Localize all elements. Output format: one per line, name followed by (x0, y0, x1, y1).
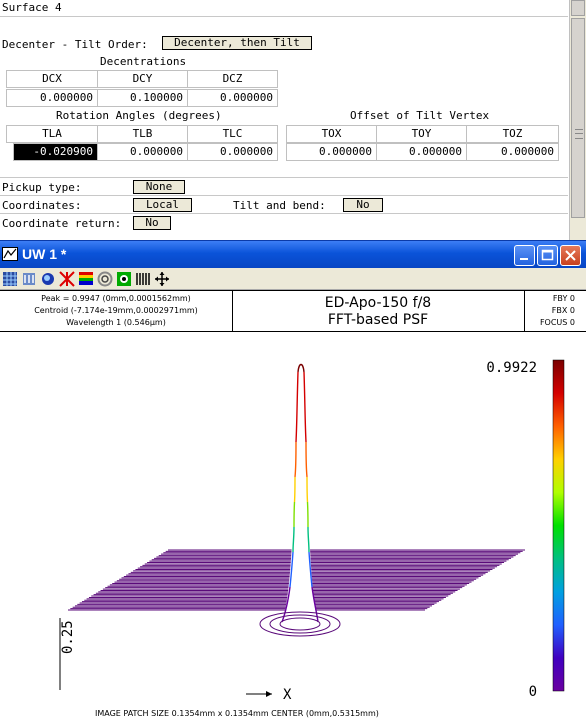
colorbar-max-label: 0.9922 (486, 360, 537, 376)
tlc-header: TLC (187, 125, 278, 143)
decenter-order-label: Decenter - Tilt Order: (2, 38, 148, 51)
window-title: UW 1 * (22, 246, 67, 262)
grid-icon[interactable] (2, 271, 18, 287)
scatter-icon[interactable] (59, 271, 75, 287)
dcz-header: DCZ (187, 70, 278, 88)
window-icon (2, 247, 18, 261)
close-icon (565, 250, 576, 261)
divider (0, 213, 568, 214)
peak-text: Peak = 0.9947 (0mm,0.0001562mm) (41, 294, 191, 303)
colorbar-min-label: 0 (529, 684, 537, 700)
rainbow-icon[interactable] (78, 271, 94, 287)
plot-header: Peak = 0.9947 (0mm,0.0001562mm) Centroid… (0, 290, 586, 333)
tox-header: TOX (286, 125, 377, 143)
dcy-header: DCY (97, 70, 188, 88)
coord-return-label: Coordinate return: (2, 217, 122, 230)
divider (0, 195, 568, 196)
coord-return-button[interactable]: No (133, 216, 171, 230)
color-icon[interactable] (40, 271, 56, 287)
toz-header: TOZ (466, 125, 559, 143)
psf-3d-surface: 0.9922 0 0.25 X IMAGE PATCH SIZE 0.1354m… (59, 359, 565, 718)
tlb-header: TLB (97, 125, 188, 143)
tox-field[interactable]: 0.000000 (286, 143, 377, 161)
bars-icon[interactable] (135, 271, 151, 287)
decentrations-heading: Decentrations (100, 55, 187, 68)
close-button[interactable] (560, 245, 581, 266)
pickup-label: Pickup type: (2, 181, 82, 194)
pickup-button[interactable]: None (133, 180, 185, 194)
toolbar (0, 268, 586, 290)
plot-title-line1: ED-Apo-150 f/8 (324, 295, 432, 311)
tla-header: TLA (6, 125, 98, 143)
plot-title: ED-Apo-150 f/8 FFT-based PSF (233, 295, 523, 329)
fby-text: FBY 0 (552, 294, 575, 303)
maximize-button[interactable] (537, 245, 558, 266)
toy-field[interactable]: 0.000000 (376, 143, 467, 161)
psf-plot: 0.9922 0 0.25 X IMAGE PATCH SIZE 0.1354m… (0, 332, 586, 720)
dcy-field[interactable]: 0.100000 (97, 89, 188, 107)
coordinates-label: Coordinates: (2, 199, 82, 212)
minimize-button[interactable] (514, 245, 535, 266)
tlb-field[interactable]: 0.000000 (97, 143, 188, 161)
surface-title: Surface 4 (2, 1, 62, 14)
wavelength-text: Wavelength 1 (0.546µm) (66, 318, 166, 327)
tilt-bend-button[interactable]: No (343, 198, 383, 212)
plot-footer: IMAGE PATCH SIZE 0.1354mm x 0.1354mm CEN… (95, 709, 379, 718)
vertical-scrollbar[interactable] (569, 0, 586, 240)
decenter-order-button[interactable]: Decenter, then Tilt (162, 36, 312, 50)
divider (0, 16, 568, 17)
maximize-icon (541, 249, 554, 261)
coordinates-button[interactable]: Local (133, 198, 192, 212)
toy-header: TOY (376, 125, 467, 143)
toz-field[interactable]: 0.000000 (466, 143, 559, 161)
field-info: FBY 0 FBX 0 FOCUS 0 (525, 293, 575, 329)
psf-peak (259, 363, 341, 637)
move-icon[interactable] (154, 271, 170, 287)
offset-heading: Offset of Tilt Vertex (350, 109, 490, 122)
scroll-thumb[interactable] (571, 18, 585, 218)
z-axis-label: 0.25 (60, 620, 76, 654)
rotation-heading: Rotation Angles (degrees) (56, 109, 222, 122)
uw-window: UW 1 * Peak = 0.9947 (0mm,0.0001562mm) C… (0, 240, 586, 720)
title-bar[interactable]: UW 1 * (0, 240, 586, 268)
plot-stats: Peak = 0.9947 (0mm,0.0001562mm) Centroid… (0, 293, 232, 329)
fbx-text: FBX 0 (551, 306, 575, 315)
divider (0, 177, 568, 178)
dcz-field[interactable]: 0.000000 (187, 89, 278, 107)
tlc-field[interactable]: 0.000000 (187, 143, 278, 161)
dcx-header: DCX (6, 70, 98, 88)
x-arrow-head (266, 691, 272, 697)
minimize-icon (520, 258, 528, 260)
settings-icon[interactable] (21, 271, 37, 287)
colorbar (552, 359, 565, 692)
tilt-bend-label: Tilt and bend: (233, 199, 326, 212)
x-axis-label: X (283, 687, 292, 703)
dcx-field[interactable]: 0.000000 (6, 89, 98, 107)
ring-icon[interactable] (97, 271, 113, 287)
scroll-up-button[interactable] (571, 0, 585, 16)
surface-dialog: Surface 4 Decenter - Tilt Order: Decente… (0, 0, 586, 240)
plot-title-line2: FFT-based PSF (327, 312, 429, 328)
tla-field[interactable]: -0.020900 (13, 143, 98, 161)
focus-text: FOCUS 0 (539, 318, 575, 327)
target-icon[interactable] (116, 271, 132, 287)
centroid-text: Centroid (-7.174e-19mm,0.0002971mm) (34, 306, 198, 315)
